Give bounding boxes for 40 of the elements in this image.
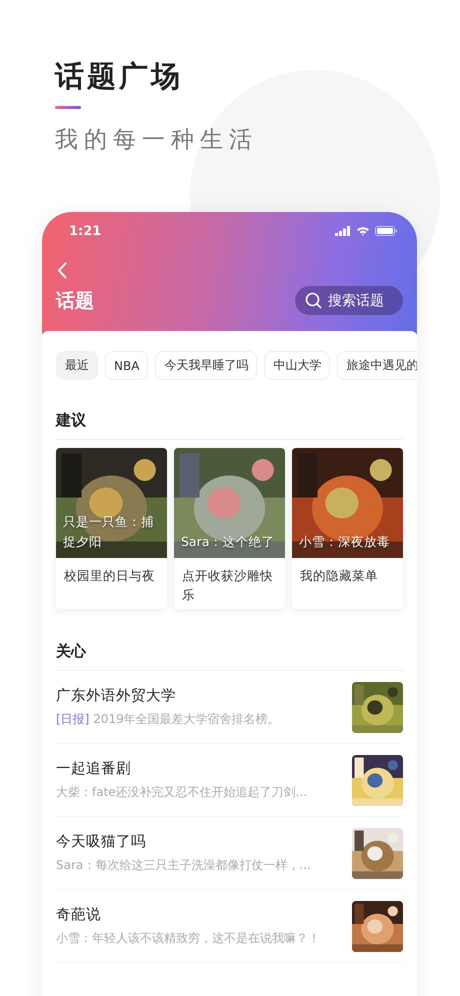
topic-row[interactable]: 一起追番剧 大柴：fate还没补完又忍不住开始追起了刀剑... (56, 744, 403, 817)
card-caption: Sara：这个绝了 (181, 533, 276, 551)
topic-title: 广东外语外贸大学 (56, 686, 177, 705)
topic-card[interactable]: 小雪：深夜放毒 我的隐藏菜单 (292, 448, 403, 609)
search-input[interactable]: 搜索话题 (328, 292, 390, 308)
page-title: 话题广场 (55, 58, 184, 95)
page-subtitle: 我的每一种生活 (55, 126, 259, 155)
topic-card[interactable]: Sara：这个绝了 点开收获沙雕快乐 (174, 448, 285, 609)
header-title: 话题 (56, 288, 94, 314)
search-icon (305, 292, 322, 309)
accent-bar (55, 106, 81, 109)
card-caption: 小雪：深夜放毒 (299, 533, 391, 551)
topic-title: 今天吸猫了吗 (56, 833, 147, 851)
topic-chip[interactable]: NBA (105, 351, 148, 380)
topic-row[interactable]: 广东外语外贸大学 [日报] 2019年全国最差大学宿舍排名榜。 (56, 671, 403, 744)
topic-chip[interactable]: 今天我早睡了吗 (155, 351, 258, 380)
section-title: 建议 (56, 410, 87, 430)
battery-icon (375, 226, 397, 236)
topic-chip[interactable]: 旅途中遇见的 (337, 351, 417, 380)
search-field[interactable]: 搜索话题 (295, 286, 403, 315)
signal-icon (335, 226, 351, 236)
wifi-icon (356, 226, 370, 236)
topic-preview: Sara：每次给这三只主子洗澡都像打仗一样，... (56, 857, 311, 874)
topic-preview: 小雪：年轻人该不该精致穷，这不是在说我嘛？！ (56, 930, 320, 947)
card-caption: 只是一只鱼：捕捉夕阳 (63, 513, 155, 551)
card-title: 点开收获沙雕快乐 (181, 567, 274, 604)
card-title: 校园里的日与夜 (63, 567, 156, 585)
topic-chip[interactable]: 中山大学 (264, 351, 330, 380)
topic-row[interactable]: 奇葩说 小雪：年轻人该不该精致穷，这不是在说我嘛？！ (56, 890, 403, 963)
topic-title: 奇葩说 (56, 906, 102, 924)
topic-row[interactable]: 今天吸猫了吗 Sara：每次给这三只主子洗澡都像打仗一样，... (56, 817, 403, 890)
topic-preview: [日报] 2019年全国最差大学宿舍排名榜。 (56, 711, 280, 728)
status-time: 1:21 (69, 224, 102, 238)
topic-title: 一起追番剧 (56, 760, 132, 778)
topic-preview: 大柴：fate还没补完又忍不住开始追起了刀剑... (56, 784, 308, 801)
topic-chip[interactable]: 最近 (56, 351, 98, 380)
section-title: 关心 (56, 641, 88, 661)
back-icon[interactable] (57, 262, 67, 279)
card-title: 我的隐藏菜单 (299, 567, 379, 585)
topic-card[interactable]: 只是一只鱼：捕捉夕阳 校园里的日与夜 (56, 448, 167, 609)
